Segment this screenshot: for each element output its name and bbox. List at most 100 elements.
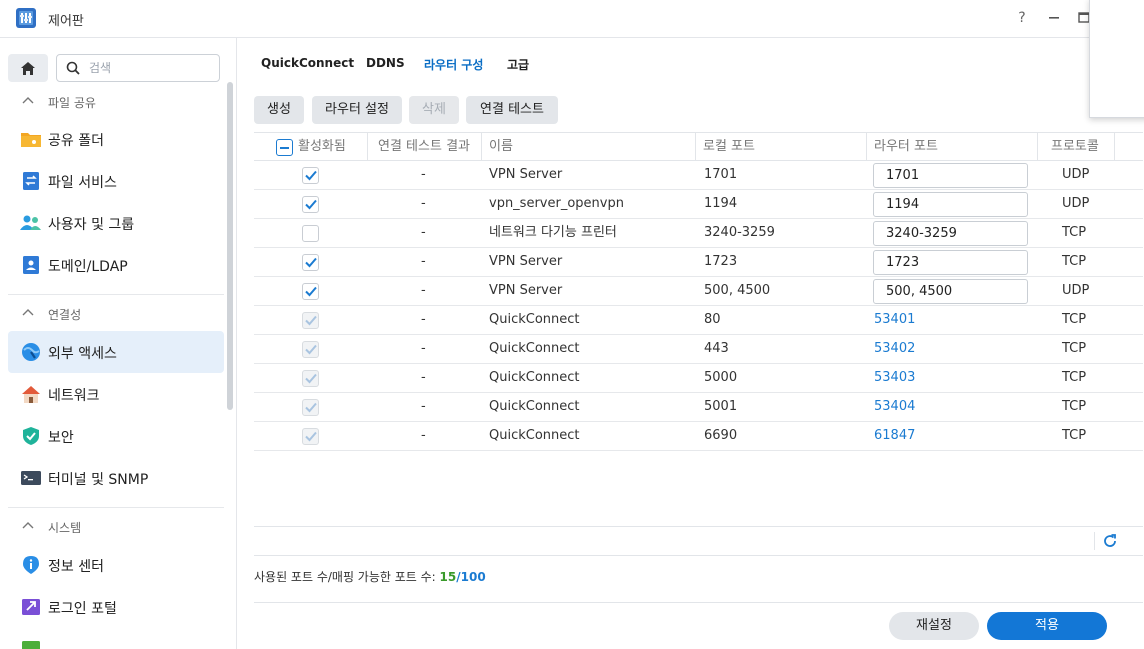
sidebar-item-security[interactable]: 보안 <box>8 415 224 457</box>
table-row[interactable]: - QuickConnect 6690 61847 TCP <box>254 422 1143 451</box>
sidebar-item-external-access[interactable]: 외부 액세스 <box>8 331 224 373</box>
router-port-link[interactable]: 61847 <box>874 422 915 450</box>
name-cell: QuickConnect <box>489 312 580 327</box>
protocol-cell: TCP <box>1062 370 1087 385</box>
table-row[interactable]: - QuickConnect 5001 53404 TCP <box>254 393 1143 422</box>
test-result-cell: - <box>421 167 426 182</box>
router-port-link[interactable]: 53404 <box>874 393 915 421</box>
main-panel: QuickConnect DDNS 라우터 구성 고급 생성 라우터 설정 삭제… <box>238 38 1144 649</box>
local-port-cell: 443 <box>704 341 729 356</box>
header-enabled[interactable]: 활성화됨 <box>298 133 346 161</box>
column-divider <box>695 133 696 161</box>
router-port-input[interactable] <box>873 163 1028 188</box>
router-settings-button[interactable]: 라우터 설정 <box>312 96 402 124</box>
usage-total: 100 <box>460 570 486 584</box>
tab-router-config[interactable]: 라우터 구성 <box>424 56 483 73</box>
header-protocol[interactable]: 프로토콜 <box>1051 133 1099 161</box>
info-center-icon <box>23 556 39 574</box>
shield-icon <box>23 427 39 445</box>
table-row[interactable]: - QuickConnect 80 53401 TCP <box>254 306 1143 335</box>
sidebar: 파일 공유 공유 폴더 파일 서비스 사용자 및 그룹 도메인/LDA <box>0 38 237 649</box>
create-button[interactable]: 생성 <box>254 96 304 124</box>
minimize-icon[interactable] <box>1044 8 1064 28</box>
enabled-checkbox <box>302 341 319 358</box>
section-connectivity[interactable]: 연결성 <box>8 300 224 328</box>
router-port-link[interactable]: 53401 <box>874 306 915 334</box>
sidebar-divider <box>8 294 224 295</box>
enabled-checkbox[interactable] <box>302 167 319 184</box>
tab-ddns[interactable]: DDNS <box>366 56 405 70</box>
enabled-checkbox <box>302 428 319 445</box>
enabled-checkbox[interactable] <box>302 254 319 271</box>
table-row[interactable]: - QuickConnect 443 53402 TCP <box>254 335 1143 364</box>
router-port-input[interactable] <box>873 221 1028 246</box>
router-port-input[interactable] <box>873 279 1028 304</box>
header-name[interactable]: 이름 <box>489 133 513 161</box>
connection-test-button[interactable]: 연결 테스트 <box>466 96 558 124</box>
network-house-icon <box>22 386 40 403</box>
delete-button[interactable]: 삭제 <box>409 96 459 124</box>
test-result-cell: - <box>421 312 426 327</box>
sidebar-item-label: 정보 센터 <box>48 559 104 575</box>
table-header: 활성화됨 연결 테스트 결과 이름 로컬 포트 라우터 포트 프로토콜 <box>254 132 1143 161</box>
sidebar-item-label: 보안 <box>48 430 74 446</box>
section-file-sharing[interactable]: 파일 공유 <box>8 88 224 116</box>
column-divider <box>1114 133 1115 161</box>
local-port-cell: 5001 <box>704 399 738 414</box>
sidebar-item-partial[interactable] <box>8 628 224 649</box>
home-button[interactable] <box>8 54 48 82</box>
table-footer <box>254 526 1143 556</box>
port-usage-text: 사용된 포트 수/매핑 가능한 포트 수: 15/100 <box>254 568 486 585</box>
local-port-cell: 500, 4500 <box>704 283 771 298</box>
sidebar-item-file-services[interactable]: 파일 서비스 <box>8 160 224 202</box>
table-row[interactable]: - VPN Server 1701 UDP <box>254 161 1143 190</box>
sidebar-item-domain-ldap[interactable]: 도메인/LDAP <box>8 244 224 286</box>
router-port-input[interactable] <box>873 192 1028 217</box>
local-port-cell: 3240-3259 <box>704 225 775 240</box>
enabled-checkbox[interactable] <box>302 225 319 242</box>
refresh-icon[interactable] <box>1102 533 1118 549</box>
table-row[interactable]: - QuickConnect 5000 53403 TCP <box>254 364 1143 393</box>
window-title: 제어판 <box>48 14 84 29</box>
test-result-cell: - <box>421 399 426 414</box>
sidebar-item-info-center[interactable]: 정보 센터 <box>8 544 224 586</box>
search-box[interactable] <box>56 54 220 82</box>
table-row[interactable]: - VPN Server 500, 4500 UDP <box>254 277 1143 306</box>
router-port-input[interactable] <box>873 250 1028 275</box>
header-router-port[interactable]: 라우터 포트 <box>874 133 938 161</box>
protocol-cell: TCP <box>1062 399 1087 414</box>
protocol-cell: UDP <box>1062 283 1090 298</box>
login-portal-icon <box>22 599 40 615</box>
sidebar-item-user-group[interactable]: 사용자 및 그룹 <box>8 202 224 244</box>
test-result-cell: - <box>421 283 426 298</box>
tab-advanced[interactable]: 고급 <box>507 56 529 73</box>
search-input[interactable] <box>89 59 213 77</box>
apply-button[interactable]: 적용 <box>987 612 1107 640</box>
table-row[interactable]: - 네트워크 다기능 프린터 3240-3259 TCP <box>254 219 1143 248</box>
section-label: 파일 공유 <box>48 96 96 110</box>
local-port-cell: 1194 <box>704 196 738 211</box>
sidebar-item-terminal-snmp[interactable]: 터미널 및 SNMP <box>8 457 224 499</box>
table-row[interactable]: - VPN Server 1723 TCP <box>254 248 1143 277</box>
header-test-result[interactable]: 연결 테스트 결과 <box>378 133 470 161</box>
help-icon[interactable]: ? <box>1012 8 1032 28</box>
enabled-checkbox[interactable] <box>302 283 319 300</box>
router-port-link[interactable]: 53402 <box>874 335 915 363</box>
header-local-port[interactable]: 로컬 포트 <box>703 133 755 161</box>
section-system[interactable]: 시스템 <box>8 513 224 541</box>
name-cell: QuickConnect <box>489 370 580 385</box>
reset-button[interactable]: 재설정 <box>889 612 979 640</box>
test-result-cell: - <box>421 254 426 269</box>
name-cell: VPN Server <box>489 167 563 182</box>
table-row[interactable]: - vpn_server_openvpn 1194 UDP <box>254 190 1143 219</box>
router-port-link[interactable]: 53403 <box>874 364 915 392</box>
sidebar-item-network[interactable]: 네트워크 <box>8 373 224 415</box>
sidebar-item-login-portal[interactable]: 로그인 포털 <box>8 586 224 628</box>
sidebar-scrollbar[interactable] <box>227 82 233 410</box>
tab-quickconnect[interactable]: QuickConnect <box>261 56 354 70</box>
external-access-icon <box>22 343 40 361</box>
protocol-cell: UDP <box>1062 196 1090 211</box>
select-all-checkbox[interactable] <box>276 139 293 156</box>
sidebar-item-shared-folder[interactable]: 공유 폴더 <box>8 118 224 160</box>
enabled-checkbox[interactable] <box>302 196 319 213</box>
